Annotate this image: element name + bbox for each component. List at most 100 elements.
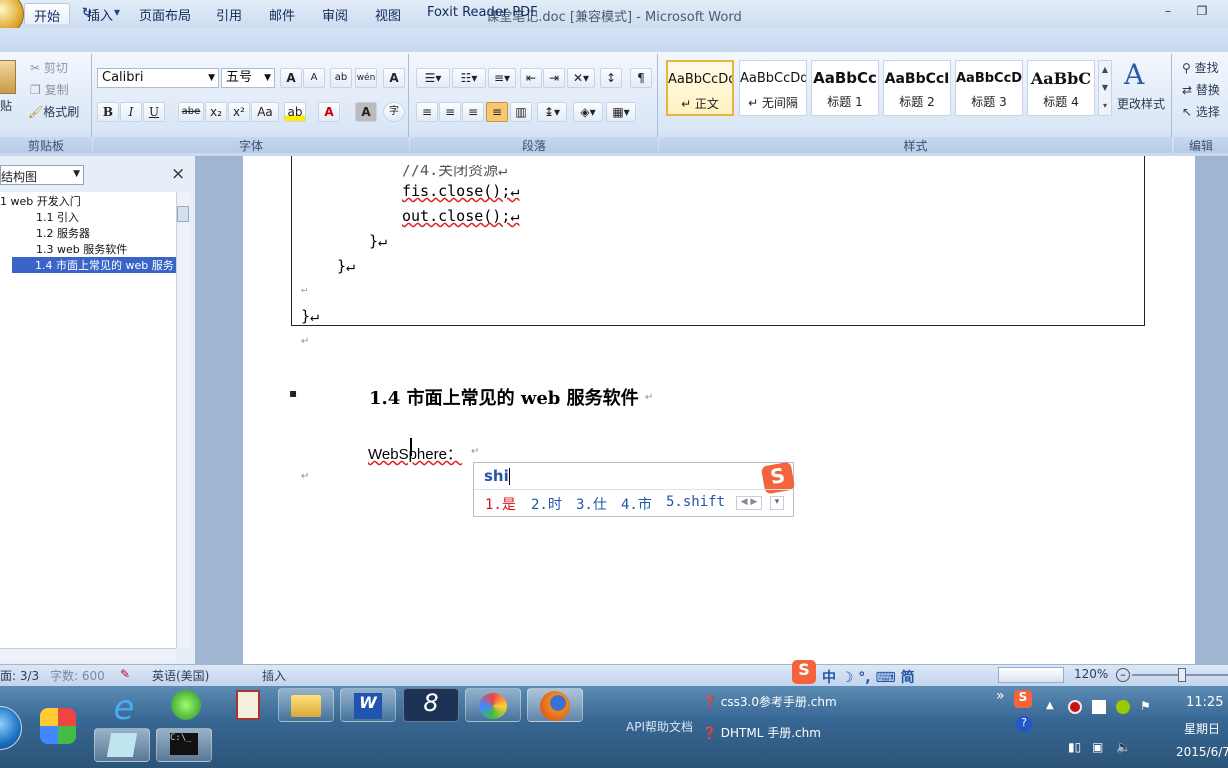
power-icon[interactable]: ▮▯ [1068, 740, 1081, 754]
tab-home[interactable]: 开始 [24, 3, 71, 25]
paste-icon[interactable] [0, 60, 16, 94]
sort-icon[interactable]: ↕ [600, 68, 622, 88]
shrink-font-button[interactable]: A [303, 68, 325, 88]
close-icon[interactable]: × [171, 164, 185, 184]
network-icon[interactable]: ▣ [1092, 740, 1103, 754]
line-spacing-icon[interactable]: ↨▾ [537, 102, 567, 122]
ime-candidate-3[interactable]: 3.仕 [576, 494, 607, 514]
char-border-button[interactable]: A [383, 68, 405, 88]
tab-mailings[interactable]: 邮件 [260, 3, 304, 24]
nav-item-1-4-selected[interactable]: 1.4 市面上常见的 web 服务 [12, 257, 176, 273]
nav-item-1-2[interactable]: 1.2 服务器 [36, 225, 90, 241]
taskbar-file-dhtml[interactable]: ❓ DHTML 手册.chm [702, 724, 821, 741]
font-name-dropdown[interactable]: Calibri ▼ [97, 68, 219, 88]
ime-candidate-4[interactable]: 4.市 [621, 494, 652, 514]
word-icon[interactable]: W [340, 688, 396, 722]
status-words[interactable]: 字数: 600 [50, 667, 105, 683]
nav-scrollbar[interactable] [176, 192, 190, 648]
windows-flag-icon[interactable] [1092, 700, 1106, 714]
increase-indent-icon[interactable]: ⇥ [543, 68, 565, 88]
firefox-icon[interactable] [527, 688, 583, 722]
underline-button[interactable]: U [143, 102, 165, 122]
bold-button[interactable]: B [97, 102, 119, 122]
ime-candidate-5[interactable]: 5.shift [666, 494, 725, 510]
change-styles-button[interactable]: 更改样式 [1117, 94, 1165, 114]
borders-icon[interactable]: ▦▾ [606, 102, 636, 122]
tab-references[interactable]: 引用 [207, 3, 251, 24]
browser-icon[interactable] [158, 688, 214, 722]
nav-item-1-3[interactable]: 1.3 web 服务软件 [36, 241, 127, 257]
ime-candidate-window[interactable]: shi S 1.是 2.时 3.仕 4.市 5.shift ◀ ▶ ▾ [473, 461, 796, 517]
style-heading-4[interactable]: AaBbC 标题 4 [1027, 60, 1095, 116]
ime-page-arrows-icon[interactable]: ◀ ▶ [736, 496, 762, 510]
strikethrough-button[interactable]: abe [178, 102, 204, 122]
ie-icon[interactable]: e [96, 688, 152, 728]
show-marks-icon[interactable]: ¶ [630, 68, 652, 88]
font-size-dropdown[interactable]: 五号 ▼ [221, 68, 275, 88]
clock-day[interactable]: 星期日 [1184, 720, 1220, 737]
find-button[interactable]: ⚲ 查找 [1182, 58, 1219, 78]
app-launcher-icon[interactable] [40, 708, 76, 744]
tab-view[interactable]: 视图 [366, 3, 410, 24]
view-buttons[interactable] [998, 667, 1064, 683]
zoom-thumb[interactable] [1178, 668, 1186, 682]
status-page[interactable]: 面: 3/3 [0, 667, 39, 683]
format-painter-button[interactable]: 🖌格式刷 [28, 102, 79, 122]
style-heading-3[interactable]: AaBbCcD 标题 3 [955, 60, 1023, 116]
bullets-icon[interactable]: ☰▾ [416, 68, 450, 88]
nav-item-h1[interactable]: 1 web 开发入门 [0, 193, 81, 209]
clear-format-button[interactable]: ab [330, 68, 352, 88]
tab-insert[interactable]: 插入 [78, 3, 122, 24]
justify-icon[interactable]: ≡ [486, 102, 508, 122]
document-page[interactable]: //4.关闭资源↵ fis.close();↵ out.close();↵ }↵… [243, 156, 1195, 664]
restore-button[interactable]: ❐ [1192, 4, 1212, 20]
style-heading-2[interactable]: AaBbCcI 标题 2 [883, 60, 951, 116]
decrease-indent-icon[interactable]: ⇤ [520, 68, 542, 88]
change-styles-icon[interactable]: A [1124, 58, 1144, 91]
chinese-layout-icon[interactable]: ✕▾ [567, 68, 595, 88]
app-8-icon[interactable]: 8 [403, 688, 459, 722]
cut-button[interactable]: ✂ 剪切 [30, 58, 68, 78]
zoom-level[interactable]: 120% [1074, 667, 1108, 683]
style-normal[interactable]: AaBbCcDd ↵ 正文 [666, 60, 734, 116]
clock-time[interactable]: 11:25 [1186, 695, 1223, 710]
nav-hscrollbar[interactable] [0, 648, 176, 662]
tablet-app-icon[interactable] [94, 728, 150, 762]
styles-scroll[interactable]: ▲ ▼ ▾ [1098, 60, 1112, 116]
select-button[interactable]: ↖ 选择 [1182, 102, 1220, 122]
notepad-icon[interactable] [220, 688, 276, 722]
align-left-icon[interactable]: ≡ [416, 102, 438, 122]
numbering-icon[interactable]: ☷▾ [452, 68, 486, 88]
zoom-out-icon[interactable]: – [1116, 668, 1130, 682]
grow-font-button[interactable]: A [280, 68, 302, 88]
tab-page-layout[interactable]: 页面布局 [130, 3, 200, 24]
plus-tray-icon[interactable] [1116, 700, 1130, 714]
distribute-icon[interactable]: ▥ [510, 102, 532, 122]
align-right-icon[interactable]: ≡ [462, 102, 484, 122]
nav-scroll-thumb[interactable] [177, 206, 189, 222]
proofing-icon[interactable]: ✎ [120, 667, 130, 683]
ime-candidate-1[interactable]: 1.是 [485, 494, 516, 514]
status-language[interactable]: 英语(美国) [152, 667, 209, 683]
style-heading-1[interactable]: AaBbCc 标题 1 [811, 60, 879, 116]
help-tray-icon[interactable]: ? [1016, 716, 1032, 732]
minimize-button[interactable]: – [1158, 4, 1178, 20]
tray-expand-icon[interactable]: ▲ [1046, 700, 1054, 711]
style-no-spacing[interactable]: AaBbCcDd ↵ 无间隔 [739, 60, 807, 116]
cmd-icon[interactable]: C:\_ [156, 728, 212, 762]
multilevel-list-icon[interactable]: ≡▾ [488, 68, 516, 88]
api-docs-label[interactable]: API帮助文档 [626, 718, 693, 735]
phonetic-guide-button[interactable]: wén [355, 68, 377, 88]
flag-tray-icon[interactable]: ⚑ [1140, 699, 1151, 713]
nav-mode-dropdown[interactable]: 结构图 ▼ [0, 165, 84, 185]
tab-review[interactable]: 审阅 [313, 3, 357, 24]
superscript-button[interactable]: x² [228, 102, 250, 122]
sogou-tray-icon[interactable]: S [1014, 690, 1032, 708]
explorer-icon[interactable] [278, 688, 334, 722]
record-icon[interactable] [1068, 700, 1082, 714]
replace-button[interactable]: ⇄ 替换 [1182, 80, 1220, 100]
tab-foxit[interactable]: Foxit Reader PDF [418, 3, 547, 24]
enclose-chars-button[interactable]: 字 [383, 102, 405, 122]
paint-icon[interactable] [465, 688, 521, 722]
align-center-icon[interactable]: ≡ [439, 102, 461, 122]
